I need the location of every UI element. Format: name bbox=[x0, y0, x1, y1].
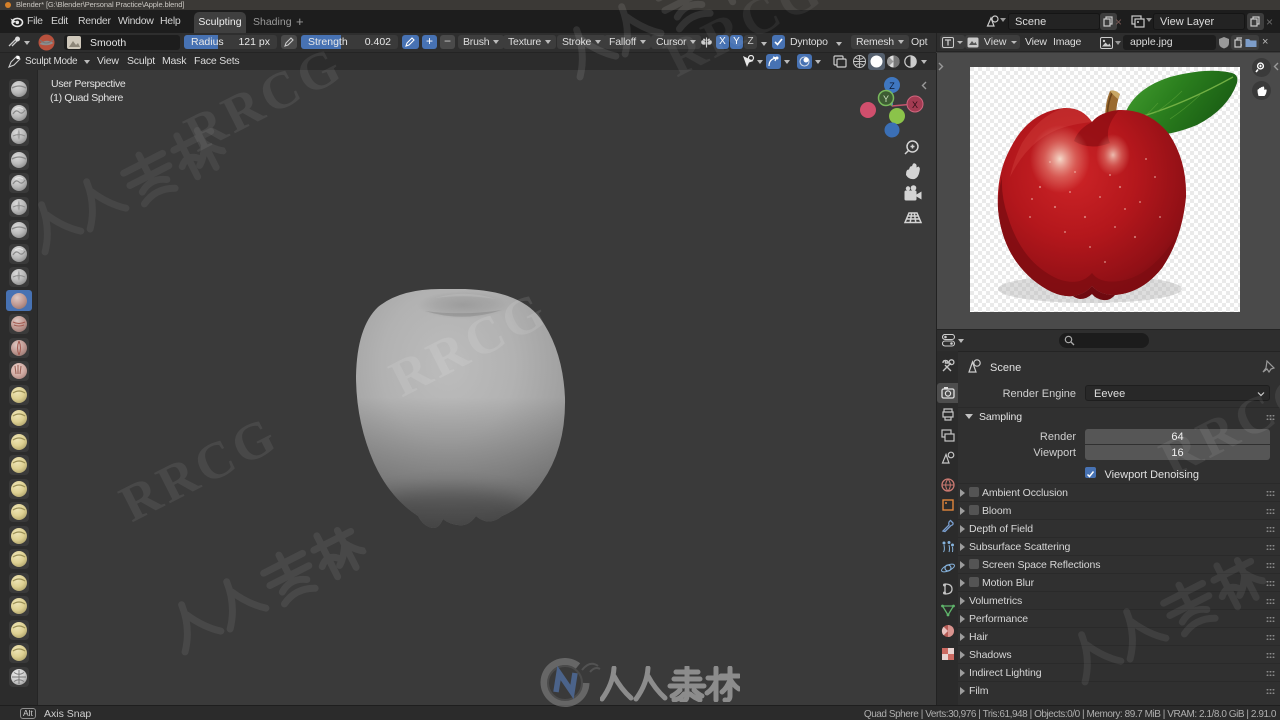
svg-text:Y: Y bbox=[883, 94, 889, 104]
svg-text:Z: Z bbox=[889, 81, 895, 91]
svg-text:X: X bbox=[912, 100, 918, 110]
